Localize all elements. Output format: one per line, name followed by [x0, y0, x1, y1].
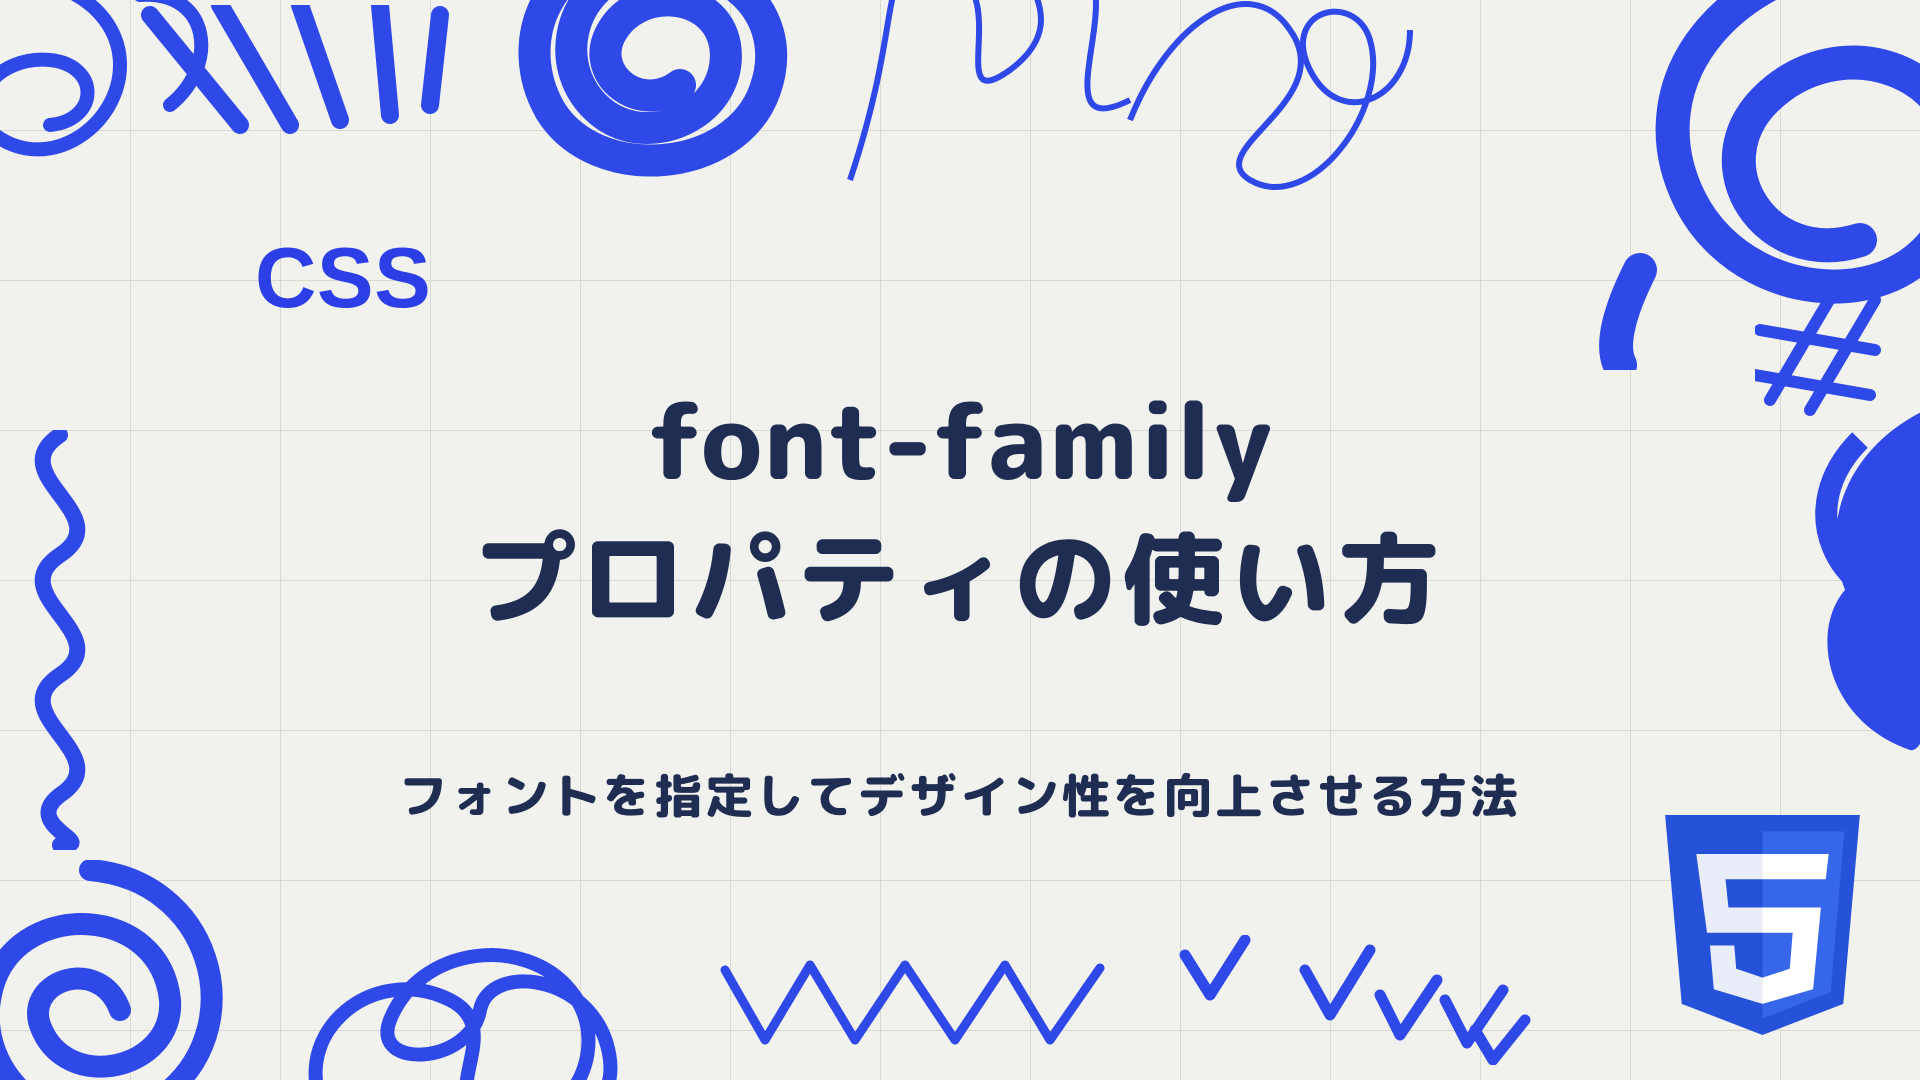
main-title: font-family プロパティの使い方	[0, 380, 1920, 654]
category-label: CSS	[255, 230, 431, 328]
title-line-2: プロパティの使い方	[0, 501, 1920, 654]
subtitle: フォントを指定してデザイン性を向上させる方法	[0, 760, 1920, 831]
css3-badge-icon	[1665, 815, 1860, 1035]
title-line-1: font-family	[0, 380, 1920, 501]
content-area: CSS font-family プロパティの使い方 フォントを指定してデザイン性…	[0, 0, 1920, 1080]
